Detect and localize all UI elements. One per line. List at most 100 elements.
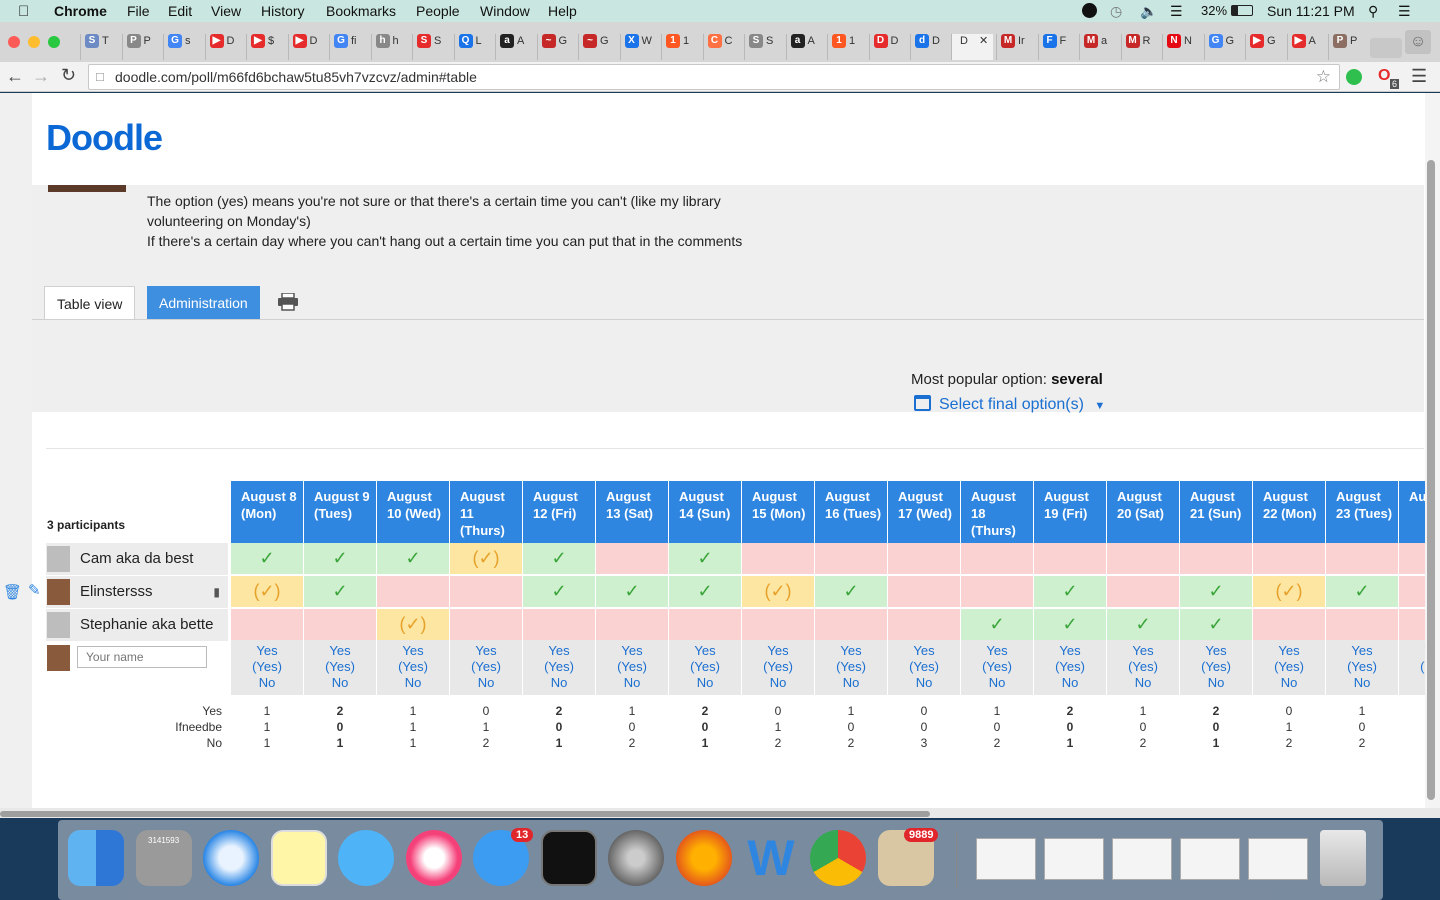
- browser-tab[interactable]: ~ G: [578, 34, 620, 60]
- browser-tab[interactable]: dD: [910, 34, 952, 60]
- browser-tab[interactable]: aA: [785, 34, 828, 60]
- tab-active[interactable]: D ✕: [951, 34, 993, 60]
- delete-participant-icon[interactable]: 🗑: [3, 583, 22, 601]
- back-icon[interactable]: ←: [6, 66, 24, 87]
- menu-history[interactable]: History: [261, 3, 305, 19]
- vote-option-ifneedbe[interactable]: (Yes): [888, 659, 960, 675]
- browser-tab[interactable]: MR: [1120, 34, 1163, 60]
- vote-option-no[interactable]: No: [1034, 675, 1106, 691]
- browser-tab[interactable]: SS: [412, 34, 454, 60]
- new-tab-button[interactable]: [1370, 38, 1402, 58]
- browser-tab[interactable]: FF: [1037, 34, 1080, 60]
- vote-option-ifneedbe[interactable]: (Yes): [523, 659, 595, 675]
- browser-tab[interactable]: hh: [370, 34, 413, 60]
- edit-participant-icon[interactable]: ✎: [28, 581, 41, 599]
- wifi-icon[interactable]: ☰: [1170, 3, 1183, 20]
- vote-option-ifneedbe[interactable]: (Yes): [304, 659, 376, 675]
- profile-icon[interactable]: ☺: [1405, 30, 1431, 54]
- horizontal-scroll-thumb[interactable]: [0, 811, 930, 817]
- vote-option-ifneedbe[interactable]: (Yes): [815, 659, 887, 675]
- vote-option-yes[interactable]: Yes: [1107, 643, 1179, 659]
- vote-option-box[interactable]: Yes(Yes)No: [888, 640, 960, 695]
- minimized-window-thumbnail[interactable]: [1248, 838, 1308, 880]
- vote-option-no[interactable]: No: [1180, 675, 1252, 691]
- vote-option-ifneedbe[interactable]: (Yes): [669, 659, 741, 675]
- vote-option-no[interactable]: No: [231, 675, 303, 691]
- app-menu[interactable]: Chrome: [54, 3, 107, 19]
- browser-tab[interactable]: aA: [495, 34, 537, 60]
- vote-option-box[interactable]: Yes(Yes)No: [377, 640, 449, 695]
- browser-tab[interactable]: PP: [1328, 34, 1370, 60]
- vote-option-yes[interactable]: Yes: [523, 643, 595, 659]
- minimized-window-thumbnail[interactable]: [1112, 838, 1172, 880]
- system-preferences-icon[interactable]: [608, 830, 664, 886]
- menu-edit[interactable]: Edit: [168, 3, 192, 19]
- select-final-options-button[interactable]: Select final option(s) ▼: [914, 395, 1105, 414]
- vote-option-yes[interactable]: Yes: [1326, 643, 1398, 659]
- notes-icon[interactable]: [271, 830, 327, 886]
- browser-tab[interactable]: ~ G: [536, 34, 579, 60]
- menu-window[interactable]: Window: [480, 3, 530, 19]
- vote-option-yes[interactable]: Yes: [304, 643, 376, 659]
- calculator-icon[interactable]: 3141593: [136, 830, 192, 886]
- browser-tab[interactable]: CC: [702, 34, 745, 60]
- vote-option-no[interactable]: No: [961, 675, 1033, 691]
- browser-tab[interactable]: 11: [827, 34, 869, 60]
- browser-tab[interactable]: PP: [121, 34, 164, 60]
- volume-icon[interactable]: 🔈: [1140, 3, 1157, 20]
- close-tab-icon[interactable]: ✕: [979, 35, 988, 47]
- vote-option-yes[interactable]: Yes: [888, 643, 960, 659]
- chrome-menu-icon[interactable]: ☰: [1411, 66, 1427, 87]
- itunes-icon[interactable]: [406, 830, 462, 886]
- vote-option-ifneedbe[interactable]: (Yes): [742, 659, 814, 675]
- apple-icon[interactable]: : [18, 3, 29, 20]
- menu-people[interactable]: People: [416, 3, 460, 19]
- vote-option-yes[interactable]: Yes: [231, 643, 303, 659]
- vote-option-box[interactable]: Yes(Yes)No: [1326, 640, 1398, 695]
- menu-help[interactable]: Help: [548, 3, 577, 19]
- chrome-icon[interactable]: [810, 830, 866, 886]
- vote-option-box[interactable]: Yes(Yes)No: [1180, 640, 1252, 695]
- minimized-window-thumbnail[interactable]: [1180, 838, 1240, 880]
- address-bar[interactable]: □ doodle.com/poll/m66fd6bchaw5tu85vh7vzc…: [88, 64, 1340, 90]
- safari-icon[interactable]: [203, 830, 259, 886]
- messages-icon[interactable]: [338, 830, 394, 886]
- vote-option-yes[interactable]: Yes: [1253, 643, 1325, 659]
- activity-monitor-icon[interactable]: [541, 830, 597, 886]
- browser-tab[interactable]: ▶ D: [287, 34, 330, 60]
- zoom-window-icon[interactable]: [48, 36, 60, 48]
- notification-center-icon[interactable]: ☰: [1398, 3, 1411, 20]
- vote-option-yes[interactable]: Yes: [815, 643, 887, 659]
- vote-option-ifneedbe[interactable]: (Yes): [377, 659, 449, 675]
- vote-option-no[interactable]: No: [304, 675, 376, 691]
- vote-option-box[interactable]: Yes(Yes)No: [815, 640, 887, 695]
- your-name-input[interactable]: [77, 646, 207, 668]
- vote-option-box[interactable]: Yes(Yes)No: [742, 640, 814, 695]
- vote-option-ifneedbe[interactable]: (Yes): [450, 659, 522, 675]
- browser-tab[interactable]: ST: [80, 34, 122, 60]
- browser-tab[interactable]: ▶ G: [1245, 34, 1287, 60]
- vote-option-no[interactable]: No: [888, 675, 960, 691]
- browser-tab[interactable]: QL: [453, 34, 496, 60]
- clock[interactable]: Sun 11:21 PM: [1267, 3, 1355, 19]
- browser-tab[interactable]: NN: [1162, 34, 1204, 60]
- vote-option-ifneedbe[interactable]: (Yes): [1180, 659, 1252, 675]
- vote-option-no[interactable]: No: [1107, 675, 1179, 691]
- menu-file[interactable]: File: [127, 3, 150, 19]
- browser-tab[interactable]: XW: [619, 34, 662, 60]
- browser-tab[interactable]: 11: [661, 34, 703, 60]
- vote-option-ifneedbe[interactable]: (Yes): [1326, 659, 1398, 675]
- browser-tab[interactable]: Ma: [1079, 34, 1121, 60]
- vote-option-box[interactable]: Yes(Yes)No: [1034, 640, 1106, 695]
- vote-option-yes[interactable]: Yes: [377, 643, 449, 659]
- vote-option-no[interactable]: No: [742, 675, 814, 691]
- comment-icon[interactable]: ▮: [213, 576, 220, 608]
- vote-option-ifneedbe[interactable]: (Yes): [1107, 659, 1179, 675]
- address-text[interactable]: doodle.com/poll/m66fd6bchaw5tu85vh7vzcvz…: [115, 69, 477, 85]
- print-icon[interactable]: [277, 292, 299, 311]
- finder-icon[interactable]: [68, 830, 124, 886]
- vote-option-box[interactable]: Yes(Yes)No: [961, 640, 1033, 695]
- browser-tab[interactable]: SS: [744, 34, 786, 60]
- reload-icon[interactable]: ↻: [61, 65, 76, 86]
- vote-option-yes[interactable]: Yes: [596, 643, 668, 659]
